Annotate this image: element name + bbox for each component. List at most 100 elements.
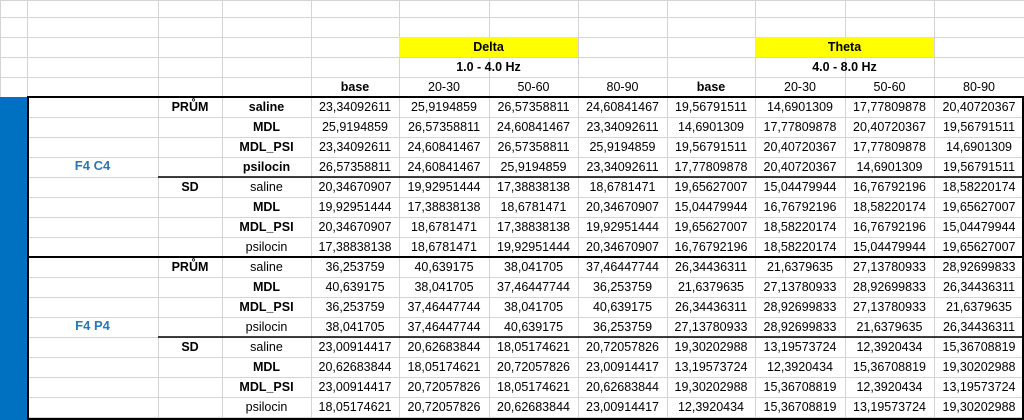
data-cell[interactable]: 18,05174621: [489, 377, 578, 397]
data-cell[interactable]: 23,00914417: [311, 377, 399, 397]
data-cell[interactable]: 37,46447744: [578, 257, 667, 277]
data-cell[interactable]: 16,76792196: [755, 197, 845, 217]
data-cell[interactable]: 21,6379635: [755, 257, 845, 277]
data-cell[interactable]: 20,34670907: [311, 217, 399, 237]
data-cell[interactable]: 20,62683844: [311, 357, 399, 377]
data-cell[interactable]: 20,40720367: [845, 117, 934, 137]
data-cell[interactable]: 16,76792196: [845, 217, 934, 237]
data-cell[interactable]: 37,46447744: [399, 317, 489, 337]
group-range-delta[interactable]: 1.0 - 4.0 Hz: [399, 57, 578, 77]
data-cell[interactable]: 20,34670907: [578, 197, 667, 217]
data-cell[interactable]: 24,60841467: [399, 137, 489, 157]
spreadsheet-grid[interactable]: Delta 1.0 - 4.0 Hz Theta 4.0 - 8.0 Hz ba…: [0, 0, 1024, 420]
row-label[interactable]: MDL_PSI: [222, 377, 311, 397]
data-cell[interactable]: 15,04479944: [934, 217, 1024, 237]
data-cell[interactable]: 17,77809878: [755, 117, 845, 137]
data-cell[interactable]: 25,9194859: [311, 117, 399, 137]
data-cell[interactable]: 36,253759: [578, 317, 667, 337]
data-cell[interactable]: 27,13780933: [667, 317, 755, 337]
data-cell[interactable]: 40,639175: [399, 257, 489, 277]
row-label[interactable]: MDL: [222, 197, 311, 217]
data-cell[interactable]: 19,65627007: [934, 197, 1024, 217]
data-cell[interactable]: 27,13780933: [845, 257, 934, 277]
data-cell[interactable]: 13,19573724: [845, 397, 934, 417]
row-label[interactable]: MDL: [222, 357, 311, 377]
data-cell[interactable]: 21,6379635: [667, 277, 755, 297]
column-header[interactable]: 50-60: [489, 77, 578, 97]
data-cell[interactable]: 26,34436311: [934, 317, 1024, 337]
data-cell[interactable]: 38,041705: [489, 257, 578, 277]
data-cell[interactable]: 15,04479944: [667, 197, 755, 217]
data-cell[interactable]: 19,65627007: [667, 217, 755, 237]
data-cell[interactable]: 18,6781471: [399, 217, 489, 237]
data-cell[interactable]: 23,00914417: [578, 357, 667, 377]
data-cell[interactable]: 20,40720367: [755, 157, 845, 177]
data-cell[interactable]: 18,58220174: [755, 237, 845, 257]
data-cell[interactable]: 12,3920434: [755, 357, 845, 377]
group-header-delta[interactable]: Delta: [399, 37, 578, 57]
data-cell[interactable]: 18,58220174: [755, 217, 845, 237]
data-cell[interactable]: 19,56791511: [667, 137, 755, 157]
data-cell[interactable]: 26,57358811: [489, 137, 578, 157]
row-label[interactable]: psilocin: [222, 157, 311, 177]
data-cell[interactable]: 37,46447744: [399, 297, 489, 317]
data-cell[interactable]: 19,92951444: [399, 177, 489, 197]
region-label[interactable]: F4 P4: [27, 315, 158, 335]
data-cell[interactable]: 16,76792196: [667, 237, 755, 257]
data-cell[interactable]: 19,92951444: [489, 237, 578, 257]
data-cell[interactable]: 20,34670907: [311, 177, 399, 197]
data-cell[interactable]: 19,30202988: [667, 337, 755, 357]
row-label[interactable]: psilocin: [222, 317, 311, 337]
column-header[interactable]: 20-30: [399, 77, 489, 97]
stat-label[interactable]: PRŮM: [158, 97, 222, 117]
data-cell[interactable]: 15,36708819: [755, 377, 845, 397]
data-cell[interactable]: 37,46447744: [489, 277, 578, 297]
data-cell[interactable]: 28,92699833: [845, 277, 934, 297]
data-cell[interactable]: 36,253759: [311, 297, 399, 317]
row-label[interactable]: MDL_PSI: [222, 297, 311, 317]
data-cell[interactable]: 28,92699833: [755, 317, 845, 337]
data-cell[interactable]: 13,19573724: [934, 377, 1024, 397]
row-label[interactable]: MDL: [222, 117, 311, 137]
data-cell[interactable]: 26,34436311: [667, 257, 755, 277]
data-cell[interactable]: 40,639175: [489, 317, 578, 337]
data-cell[interactable]: 25,9194859: [578, 137, 667, 157]
stat-label[interactable]: SD: [158, 177, 222, 197]
data-cell[interactable]: 23,34092611: [311, 137, 399, 157]
data-cell[interactable]: 23,00914417: [578, 397, 667, 417]
row-label[interactable]: MDL: [222, 277, 311, 297]
data-cell[interactable]: 20,72057826: [489, 357, 578, 377]
data-cell[interactable]: 27,13780933: [755, 277, 845, 297]
data-cell[interactable]: 40,639175: [578, 297, 667, 317]
data-cell[interactable]: 20,72057826: [399, 397, 489, 417]
data-cell[interactable]: 25,9194859: [489, 157, 578, 177]
data-cell[interactable]: 40,639175: [311, 277, 399, 297]
row-label[interactable]: saline: [222, 177, 311, 197]
data-cell[interactable]: 18,05174621: [399, 357, 489, 377]
data-cell[interactable]: 19,56791511: [667, 97, 755, 117]
data-cell[interactable]: 17,38838138: [311, 237, 399, 257]
stat-label[interactable]: PRŮM: [158, 257, 222, 277]
data-cell[interactable]: 16,76792196: [845, 177, 934, 197]
data-cell[interactable]: 18,6781471: [578, 177, 667, 197]
data-cell[interactable]: 13,19573724: [755, 337, 845, 357]
data-cell[interactable]: 18,05174621: [489, 337, 578, 357]
data-cell[interactable]: 18,6781471: [399, 237, 489, 257]
row-label[interactable]: saline: [222, 97, 311, 117]
data-cell[interactable]: 20,34670907: [578, 237, 667, 257]
data-cell[interactable]: 12,3920434: [845, 337, 934, 357]
data-cell[interactable]: 12,3920434: [667, 397, 755, 417]
data-cell[interactable]: 15,36708819: [755, 397, 845, 417]
column-header[interactable]: base: [667, 77, 755, 97]
column-header[interactable]: 20-30: [755, 77, 845, 97]
data-cell[interactable]: 23,34092611: [311, 97, 399, 117]
data-cell[interactable]: 20,62683844: [399, 337, 489, 357]
data-cell[interactable]: 26,57358811: [311, 157, 399, 177]
data-cell[interactable]: 14,6901309: [845, 157, 934, 177]
data-cell[interactable]: 23,34092611: [578, 157, 667, 177]
data-cell[interactable]: 17,38838138: [489, 177, 578, 197]
column-header[interactable]: 80-90: [578, 77, 667, 97]
column-header[interactable]: base: [311, 77, 399, 97]
data-cell[interactable]: 26,57358811: [399, 117, 489, 137]
data-cell[interactable]: 19,30202988: [667, 377, 755, 397]
